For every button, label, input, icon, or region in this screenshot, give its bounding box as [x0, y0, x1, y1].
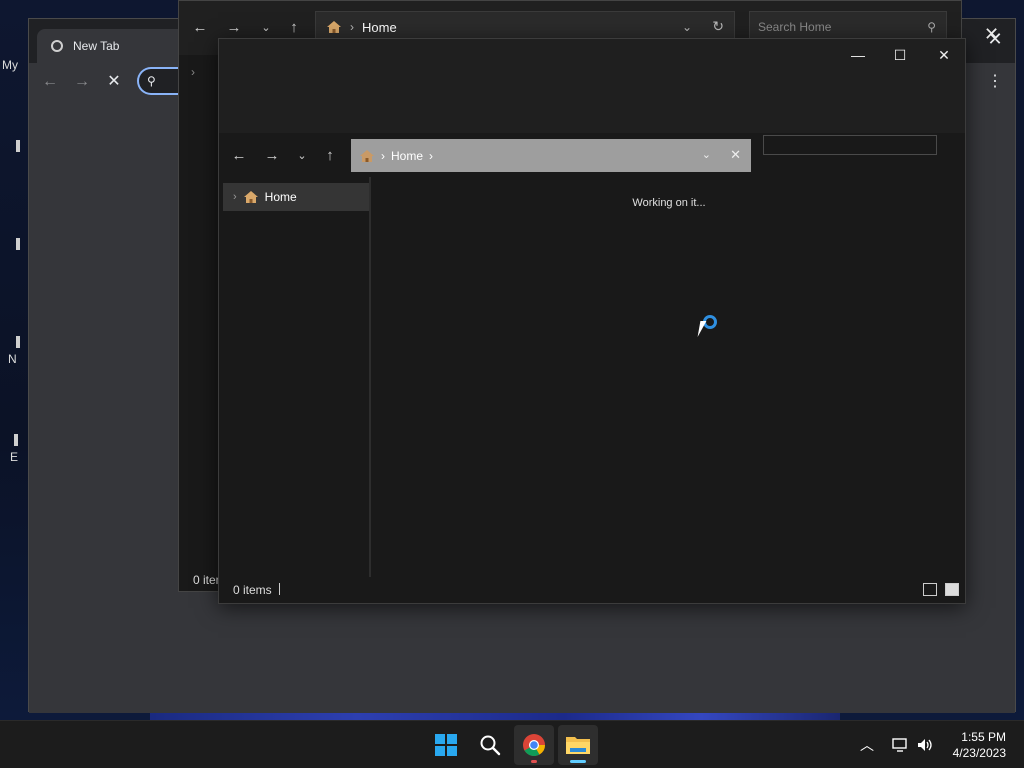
mouse-cursor-icon	[697, 321, 713, 337]
content-pane: Working on it...	[373, 177, 965, 579]
home-icon	[243, 191, 258, 203]
recent-locations-icon[interactable]: ⌄	[255, 17, 277, 39]
up-icon[interactable]: ↑	[319, 145, 341, 167]
breadcrumb-home[interactable]: Home	[362, 20, 397, 35]
back-icon[interactable]: ←	[39, 71, 61, 93]
navigation-row: ← → ⌄ ↑ › Home › ⌄ ✕	[219, 133, 965, 177]
show-hidden-icons-button[interactable]: ︿	[860, 721, 874, 768]
clock-date: 4/23/2023	[952, 746, 1006, 760]
navigation-pane: › Home	[219, 177, 371, 579]
running-indicator	[531, 760, 537, 763]
folder-icon	[566, 737, 590, 754]
desktop-icon-label[interactable]: E	[10, 450, 18, 464]
network-button[interactable]	[892, 721, 910, 768]
maximize-icon[interactable]: ☐	[885, 43, 915, 67]
stop-loading-icon[interactable]: ✕	[103, 71, 125, 93]
network-icon	[892, 738, 907, 752]
breadcrumb-separator-icon: ›	[429, 148, 434, 163]
expand-chevron-icon[interactable]: ›	[233, 191, 237, 203]
desktop-icon[interactable]	[16, 238, 20, 250]
status-item-count: 0 items	[233, 583, 272, 597]
up-icon[interactable]: ↑	[283, 17, 305, 39]
search-icon: ⚲	[147, 74, 156, 88]
search-placeholder: Search Home	[758, 20, 832, 34]
desktop-icon-label[interactable]: N	[8, 352, 17, 366]
chevron-up-icon: ︿	[860, 737, 874, 753]
breadcrumb-separator-icon: ›	[350, 20, 354, 34]
large-icons-view-icon[interactable]	[945, 583, 959, 596]
ribbon	[219, 71, 965, 133]
clear-address-icon[interactable]: ✕	[730, 147, 741, 163]
forward-icon[interactable]: →	[71, 71, 93, 93]
volume-button[interactable]	[916, 721, 934, 768]
chevron-down-icon[interactable]: ⌄	[702, 148, 711, 161]
title-bar: — ☐ ✕	[219, 39, 965, 71]
clock[interactable]: 1:55 PM 4/23/2023	[953, 729, 1006, 761]
desktop-icon[interactable]	[16, 140, 20, 152]
loading-message: Working on it...	[632, 197, 706, 209]
home-icon	[327, 21, 341, 33]
search-icon	[480, 735, 501, 756]
status-separator	[279, 583, 280, 595]
minimize-icon[interactable]: —	[843, 43, 873, 67]
chevron-down-icon[interactable]: ⌄	[682, 20, 692, 34]
speaker-icon	[918, 739, 932, 751]
refresh-icon[interactable]: ↻	[712, 18, 724, 35]
desktop-icon-label[interactable]: My	[2, 58, 18, 72]
start-button[interactable]	[426, 725, 466, 765]
search-button[interactable]	[470, 725, 510, 765]
breadcrumb-separator-icon: ›	[381, 148, 385, 163]
new-tab-icon	[51, 40, 63, 52]
close-icon[interactable]: ✕	[929, 43, 959, 67]
explorer-window-front: — ☐ ✕ ← → ⌄ ↑ › Home › ⌄ ✕ › Home Workin…	[218, 38, 966, 604]
taskbar-file-explorer[interactable]	[558, 725, 598, 765]
sidebar-item-home[interactable]: › Home	[223, 183, 369, 211]
chrome-icon	[523, 734, 545, 756]
expand-chevron-icon[interactable]: ›	[191, 65, 195, 79]
home-icon	[360, 149, 374, 162]
forward-icon[interactable]: →	[223, 17, 245, 39]
recent-locations-icon[interactable]: ⌄	[291, 145, 313, 167]
menu-icon[interactable]: ⋮	[987, 71, 1003, 91]
taskbar-chrome[interactable]	[514, 725, 554, 765]
desktop-icon[interactable]	[14, 434, 18, 446]
back-icon[interactable]: ←	[228, 145, 250, 167]
close-icon[interactable]: ✕	[984, 24, 999, 45]
breadcrumb-home[interactable]: Home	[391, 149, 423, 163]
address-bar[interactable]: › Home › ⌄ ✕	[351, 139, 751, 172]
active-indicator	[570, 760, 586, 763]
search-field[interactable]	[763, 135, 937, 155]
forward-icon[interactable]: →	[261, 145, 283, 167]
windows-logo-icon	[435, 734, 457, 756]
details-view-icon[interactable]	[923, 583, 937, 596]
sidebar-item-label: Home	[264, 190, 297, 204]
status-bar: 0 items	[219, 577, 965, 603]
back-icon[interactable]: ←	[189, 17, 211, 39]
desktop-icon[interactable]	[16, 336, 20, 348]
clock-time: 1:55 PM	[961, 730, 1006, 744]
taskbar: ︿ 1:55 PM 4/23/2023	[0, 720, 1024, 768]
tab-title: New Tab	[73, 39, 120, 53]
